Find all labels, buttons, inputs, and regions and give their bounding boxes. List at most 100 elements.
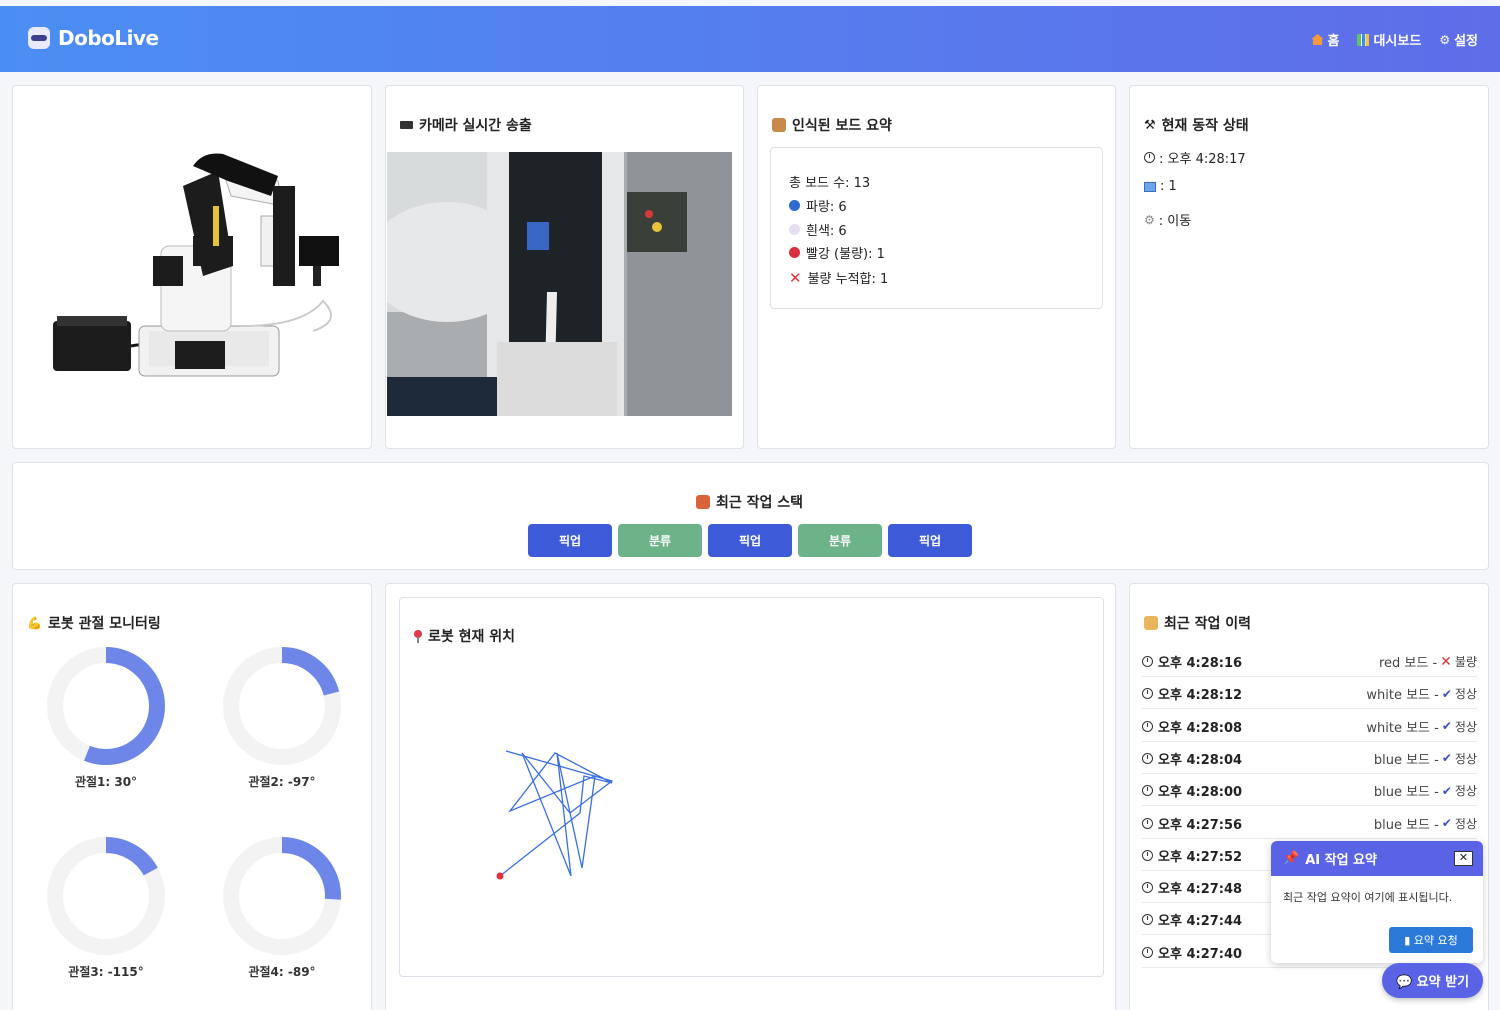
nav-home[interactable]: 홈 — [1311, 30, 1339, 49]
history-status: 정상 — [1454, 751, 1477, 766]
history-result: white 보드 - — [1366, 720, 1439, 736]
history-time: 오후 4:28:12 — [1158, 688, 1243, 704]
robot-arm-image — [53, 153, 339, 377]
stack-item[interactable]: 픽업 — [708, 524, 792, 557]
pin-icon: 📌 — [1283, 851, 1300, 866]
history-row: 오후 4:28:04 blue 보드 - ✔ 정상 — [1142, 742, 1477, 774]
gear-icon: ⚙ — [1144, 212, 1155, 227]
summary-title: 인식된 보드 요약 — [772, 115, 892, 135]
check-icon: ✔ — [1441, 783, 1452, 798]
stack-title: 최근 작업 스택 — [696, 492, 803, 512]
history-time: 오후 4:27:48 — [1158, 882, 1243, 898]
tools-icon: ⚒ — [1144, 117, 1156, 133]
chart-icon — [1144, 181, 1156, 192]
history-result: blue 보드 - — [1373, 817, 1439, 833]
cross-icon: ✕ — [1440, 653, 1452, 670]
clock-icon — [1142, 817, 1153, 829]
joint-label: 관절3: -115° — [68, 965, 144, 979]
check-icon: ✔ — [1441, 719, 1452, 734]
status-action: ⚙ : 이동 — [1144, 212, 1192, 230]
popup-text: 최근 작업 요약이 여기에 표시됩니다. — [1283, 891, 1453, 904]
clock-icon — [1142, 656, 1153, 667]
history-result: white 보드 - — [1366, 688, 1439, 704]
joints-title: 💪 로봇 관절 모니터링 — [27, 616, 161, 632]
request-summary-button[interactable]: ▮ 요약 요청 — [1389, 927, 1473, 953]
status-title: ⚒ 현재 동작 상태 — [1144, 117, 1249, 135]
history-status: 정상 — [1454, 719, 1477, 734]
house-icon — [1311, 34, 1324, 45]
white-dot-icon — [789, 224, 800, 235]
stack-item[interactable]: 픽업 — [528, 524, 612, 557]
history-status: 불량 — [1454, 655, 1477, 669]
gear-icon: ⚙ — [1439, 32, 1451, 47]
stack-item[interactable]: 분류 — [798, 524, 882, 557]
joint-gauge — [47, 837, 165, 955]
clock-icon — [1142, 688, 1153, 700]
current-position-marker — [496, 872, 504, 880]
history-time: 오후 4:27:56 — [1158, 817, 1243, 833]
camera-card: 카메라 실시간 송출 — [385, 85, 744, 449]
joint-label: 관절4: -89° — [248, 965, 316, 979]
history-time: 오후 4:27:44 — [1158, 914, 1243, 930]
history-title: 최근 작업 이력 — [1144, 613, 1251, 633]
history-row: 오후 4:28:12 white 보드 - ✔ 정상 — [1142, 677, 1477, 710]
nav-menu: 홈 대시보드 ⚙ 설정 — [1311, 30, 1478, 50]
clock-icon — [1142, 785, 1153, 797]
document-icon: ▮ — [1404, 934, 1411, 947]
history-time: 오후 4:28:00 — [1158, 785, 1243, 801]
task-stack-card: 최근 작업 스택 픽업 분류 픽업 분류 픽업 — [12, 462, 1489, 570]
nav-dashboard[interactable]: 대시보드 — [1357, 30, 1421, 49]
scroll-icon — [1144, 616, 1158, 630]
history-result: red 보드 - — [1378, 656, 1438, 671]
check-icon: ✔ — [1441, 816, 1452, 830]
joint-gauge — [223, 837, 341, 955]
position-map: 로봇 현재 위치 — [399, 597, 1104, 977]
camera-title: 카메라 실시간 송출 — [400, 115, 532, 135]
board-summary-card: 인식된 보드 요약 총 보드 수: 13 파랑: 6 흰색: 6 빨강 (불량)… — [757, 85, 1116, 449]
history-time: 오후 4:27:52 — [1158, 849, 1243, 865]
status-count: : 1 — [1144, 179, 1177, 194]
clock-icon — [1142, 914, 1153, 926]
get-summary-button[interactable]: 💬 요약 받기 — [1382, 963, 1483, 998]
red-count: 빨강 (불량): 1 — [789, 243, 885, 262]
bar-chart-icon — [1357, 33, 1370, 46]
check-icon: ✔ — [1441, 751, 1452, 766]
history-result: blue 보드 - — [1373, 785, 1439, 801]
stack-buttons: 픽업 분류 픽업 분류 픽업 — [528, 524, 972, 557]
status-card: ⚒ 현재 동작 상태 : 오후 4:28:17 : 1 ⚙ : 이동 — [1129, 85, 1489, 449]
close-button[interactable]: ✕ — [1454, 851, 1473, 866]
nav-settings[interactable]: ⚙ 설정 — [1439, 30, 1478, 50]
blue-count: 파랑: 6 — [789, 196, 847, 215]
history-row: 오후 4:28:16 red 보드 - ✕ 불량 — [1142, 645, 1477, 677]
history-result: blue 보드 - — [1373, 752, 1439, 768]
history-row: 오후 4:28:00 blue 보드 - ✔ 정상 — [1142, 774, 1477, 807]
history-status: 정상 — [1454, 784, 1477, 799]
white-count: 흰색: 6 — [789, 220, 847, 239]
status-time: : 오후 4:28:17 — [1144, 148, 1246, 167]
robot-image-card — [12, 85, 372, 449]
stack-item[interactable]: 분류 — [618, 524, 702, 557]
stack-item[interactable]: 픽업 — [888, 524, 972, 557]
blue-dot-icon — [789, 200, 800, 211]
history-time: 오후 4:28:08 — [1158, 720, 1243, 736]
robot-icon — [28, 27, 50, 49]
clock-icon — [1142, 882, 1153, 894]
defect-total: ✕ 불량 누적합: 1 — [789, 268, 889, 288]
history-time: 오후 4:28:04 — [1158, 752, 1243, 768]
history-time: 오후 4:28:16 — [1158, 656, 1243, 671]
check-icon: ✔ — [1441, 686, 1452, 701]
camera-icon — [400, 121, 413, 129]
total-count: 총 보드 수: 13 — [789, 176, 871, 191]
bricks-icon — [696, 495, 710, 509]
clock-icon — [1144, 152, 1155, 163]
chat-bubble-icon: 💬 — [1395, 975, 1413, 990]
red-dot-icon — [789, 247, 800, 258]
joint-label: 관절2: -97° — [248, 775, 316, 789]
history-row: 오후 4:28:08 white 보드 - ✔ 정상 — [1142, 710, 1477, 742]
brand-logo[interactable]: DoboLive — [28, 26, 159, 50]
clock-icon — [1142, 946, 1153, 958]
summary-box: 총 보드 수: 13 파랑: 6 흰색: 6 빨강 (불량): 1 ✕ 불량 누… — [770, 147, 1103, 309]
arm-icon: 💪 — [27, 616, 42, 630]
cross-icon: ✕ — [789, 268, 802, 287]
ai-summary-popup: 📌 AI 작업 요약 ✕ 최근 작업 요약이 여기에 표시됩니다. ▮ 요약 요… — [1271, 841, 1483, 963]
